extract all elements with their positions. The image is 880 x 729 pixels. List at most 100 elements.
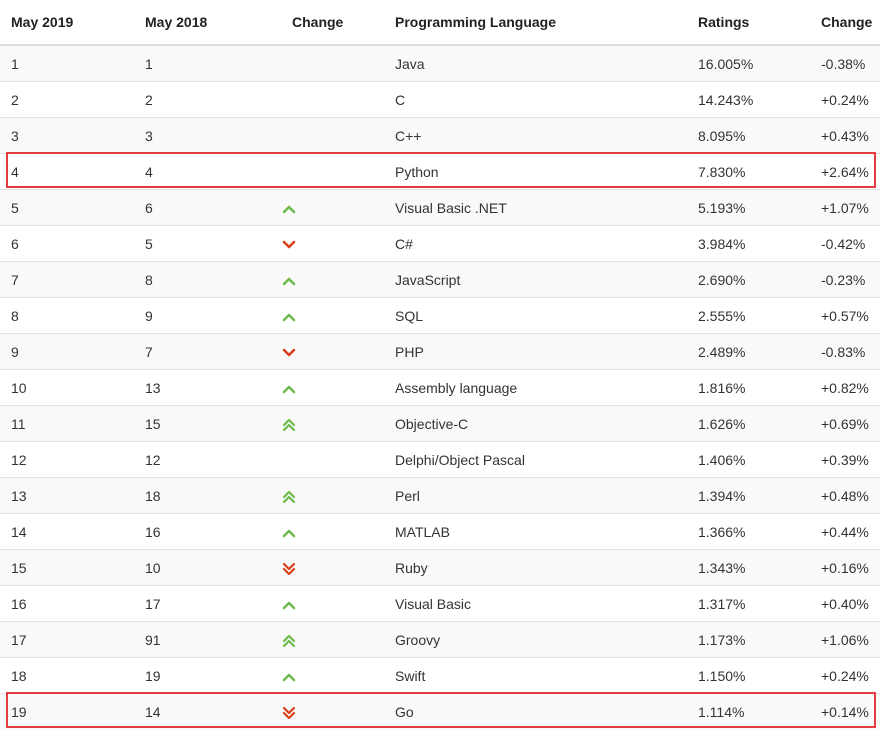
chevron-up-icon xyxy=(281,598,297,612)
table-row: 1212Delphi/Object Pascal1.406%+0.39% xyxy=(0,442,880,478)
table-body: 11Java16.005%-0.38%22C14.243%+0.24%33C++… xyxy=(0,45,880,729)
change-icon-cell xyxy=(279,514,395,550)
language-cell: Ruby xyxy=(395,550,698,586)
rank-2018-cell: 5 xyxy=(145,226,279,262)
change-icon-cell xyxy=(279,550,395,586)
rating-cell: 7.830% xyxy=(698,154,821,190)
change-icon-cell xyxy=(279,45,395,82)
delta-cell: +2.64% xyxy=(821,154,880,190)
table-row: 78JavaScript2.690%-0.23% xyxy=(0,262,880,298)
change-icon-cell xyxy=(279,334,395,370)
table-row: 1791Groovy1.173%+1.06% xyxy=(0,622,880,658)
rating-cell: 1.406% xyxy=(698,442,821,478)
rating-cell: 2.489% xyxy=(698,334,821,370)
change-icon-cell xyxy=(279,262,395,298)
table-row: 11Java16.005%-0.38% xyxy=(0,45,880,82)
change-icon-cell xyxy=(279,586,395,622)
header-change-icon[interactable]: Change xyxy=(279,0,395,45)
language-cell: C xyxy=(395,82,698,118)
header-may-2018[interactable]: May 2018 xyxy=(145,0,279,45)
chevron-up-icon xyxy=(281,526,297,540)
double-chevron-up-icon xyxy=(281,490,297,504)
header-ratings[interactable]: Ratings xyxy=(698,0,821,45)
rank-2018-cell: 3 xyxy=(145,118,279,154)
delta-cell: -0.23% xyxy=(821,262,880,298)
language-cell: Java xyxy=(395,45,698,82)
change-icon-cell xyxy=(279,406,395,442)
rating-cell: 1.173% xyxy=(698,622,821,658)
language-cell: MATLAB xyxy=(395,514,698,550)
table-row: 1617Visual Basic1.317%+0.40% xyxy=(0,586,880,622)
delta-cell: +0.43% xyxy=(821,118,880,154)
rating-cell: 2.690% xyxy=(698,262,821,298)
delta-cell: -0.42% xyxy=(821,226,880,262)
delta-cell: +0.82% xyxy=(821,370,880,406)
delta-cell: +0.48% xyxy=(821,478,880,514)
chevron-up-icon xyxy=(281,382,297,396)
rank-2019-cell: 3 xyxy=(0,118,145,154)
delta-cell: +0.16% xyxy=(821,550,880,586)
rank-2018-cell: 10 xyxy=(145,550,279,586)
language-cell: Assembly language xyxy=(395,370,698,406)
change-icon-cell xyxy=(279,370,395,406)
rating-cell: 1.816% xyxy=(698,370,821,406)
double-chevron-down-icon xyxy=(281,562,297,576)
chevron-up-icon xyxy=(281,310,297,324)
rank-2019-cell: 6 xyxy=(0,226,145,262)
rank-2019-cell: 9 xyxy=(0,334,145,370)
rating-cell: 1.394% xyxy=(698,478,821,514)
header-programming-language[interactable]: Programming Language xyxy=(395,0,698,45)
rank-2019-cell: 10 xyxy=(0,370,145,406)
rating-cell: 3.984% xyxy=(698,226,821,262)
delta-cell: -0.83% xyxy=(821,334,880,370)
rank-2019-cell: 12 xyxy=(0,442,145,478)
double-chevron-up-icon xyxy=(281,418,297,432)
rank-2019-cell: 15 xyxy=(0,550,145,586)
language-cell: SQL xyxy=(395,298,698,334)
language-cell: Swift xyxy=(395,658,698,694)
table-row: 1115Objective-C1.626%+0.69% xyxy=(0,406,880,442)
rating-cell: 14.243% xyxy=(698,82,821,118)
rating-cell: 16.005% xyxy=(698,45,821,82)
rank-2018-cell: 15 xyxy=(145,406,279,442)
language-cell: Objective-C xyxy=(395,406,698,442)
rating-cell: 1.366% xyxy=(698,514,821,550)
rank-2018-cell: 1 xyxy=(145,45,279,82)
rank-2019-cell: 5 xyxy=(0,190,145,226)
table-row: 65C#3.984%-0.42% xyxy=(0,226,880,262)
change-icon-cell xyxy=(279,118,395,154)
chevron-down-icon xyxy=(281,238,297,252)
chevron-up-icon xyxy=(281,202,297,216)
language-cell: C++ xyxy=(395,118,698,154)
delta-cell: -0.38% xyxy=(821,45,880,82)
table-header-row: May 2019 May 2018 Change Programming Lan… xyxy=(0,0,880,45)
delta-cell: +0.57% xyxy=(821,298,880,334)
table-row: 44Python7.830%+2.64% xyxy=(0,154,880,190)
language-cell: Delphi/Object Pascal xyxy=(395,442,698,478)
table-row: 1819Swift1.150%+0.24% xyxy=(0,658,880,694)
change-icon-cell xyxy=(279,478,395,514)
double-chevron-up-icon xyxy=(281,634,297,648)
delta-cell: +1.06% xyxy=(821,622,880,658)
rank-2018-cell: 16 xyxy=(145,514,279,550)
rank-2019-cell: 16 xyxy=(0,586,145,622)
language-cell: Python xyxy=(395,154,698,190)
rating-cell: 5.193% xyxy=(698,190,821,226)
table-row: 1416MATLAB1.366%+0.44% xyxy=(0,514,880,550)
delta-cell: +0.40% xyxy=(821,586,880,622)
table-row: 33C++8.095%+0.43% xyxy=(0,118,880,154)
table-row: 1318Perl1.394%+0.48% xyxy=(0,478,880,514)
table-row: 97PHP2.489%-0.83% xyxy=(0,334,880,370)
rank-2018-cell: 8 xyxy=(145,262,279,298)
change-icon-cell xyxy=(279,658,395,694)
rank-2018-cell: 91 xyxy=(145,622,279,658)
change-icon-cell xyxy=(279,190,395,226)
table-row: 56Visual Basic .NET5.193%+1.07% xyxy=(0,190,880,226)
rating-cell: 2.555% xyxy=(698,298,821,334)
header-change-delta[interactable]: Change xyxy=(821,0,880,45)
delta-cell: +0.44% xyxy=(821,514,880,550)
change-icon-cell xyxy=(279,298,395,334)
header-may-2019[interactable]: May 2019 xyxy=(0,0,145,45)
delta-cell: +1.07% xyxy=(821,190,880,226)
rank-2019-cell: 2 xyxy=(0,82,145,118)
